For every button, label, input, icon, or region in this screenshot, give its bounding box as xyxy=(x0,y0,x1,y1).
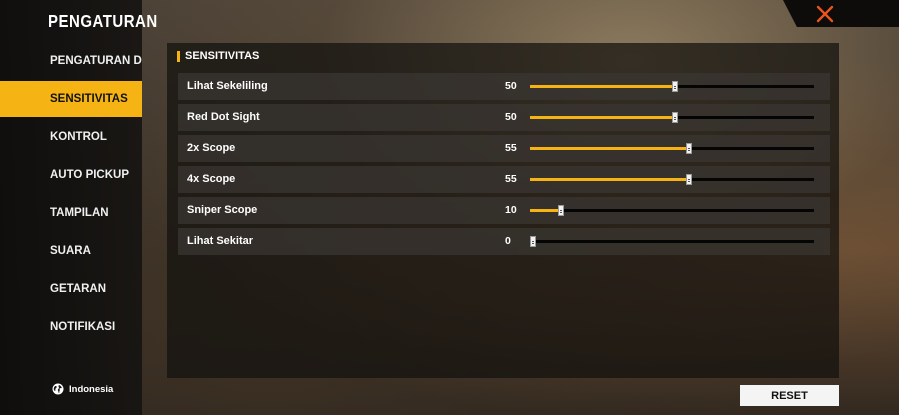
slider-row: 4x Scope 55 xyxy=(178,166,830,193)
slider-label: 2x Scope xyxy=(187,142,236,154)
section-title: SENSITIVITAS xyxy=(185,50,260,62)
reset-button[interactable]: RESET xyxy=(740,385,839,406)
language-label: Indonesia xyxy=(69,383,114,395)
sidebar-item-suara[interactable]: SUARA xyxy=(0,233,142,269)
slider-fill xyxy=(530,178,686,181)
slider-value: 0 xyxy=(505,235,511,247)
slider-track[interactable] xyxy=(530,143,814,154)
slider-track[interactable] xyxy=(530,112,814,123)
slider-track[interactable] xyxy=(530,174,814,185)
slider-label: Lihat Sekeliling xyxy=(187,80,268,92)
sidebar-item-tampilan[interactable]: TAMPILAN xyxy=(0,195,142,231)
slider-thumb[interactable] xyxy=(672,81,678,92)
slider-fill xyxy=(530,209,558,212)
slider-thumb[interactable] xyxy=(686,143,692,154)
slider-track[interactable] xyxy=(530,205,814,216)
sidebar-item-getaran[interactable]: GETARAN xyxy=(0,271,142,307)
slider-value: 55 xyxy=(505,142,517,154)
slider-row: Lihat Sekeliling 50 xyxy=(178,73,830,100)
slider-thumb[interactable] xyxy=(672,112,678,123)
slider-track[interactable] xyxy=(530,236,814,247)
slider-row: Red Dot Sight 50 xyxy=(178,104,830,131)
slider-row: Sniper Scope 10 xyxy=(178,197,830,224)
slider-label: Sniper Scope xyxy=(187,204,258,216)
slider-track[interactable] xyxy=(530,81,814,92)
sidebar-item-notifikasi[interactable]: NOTIFIKASI xyxy=(0,309,142,345)
sidebar: PENGATURAN PENGATURAN DASAR SENSITIVITAS… xyxy=(0,0,157,415)
sidebar-title: PENGATURAN xyxy=(48,12,158,32)
slider-fill xyxy=(530,147,686,150)
slider-value: 55 xyxy=(505,173,517,185)
slider-label: Red Dot Sight xyxy=(187,111,260,123)
slider-label: Lihat Sekitar xyxy=(187,235,254,247)
slider-thumb[interactable] xyxy=(686,174,692,185)
close-tab[interactable] xyxy=(783,0,899,27)
sidebar-item-kontrol[interactable]: KONTROL xyxy=(0,119,142,155)
sidebar-item-auto-pickup[interactable]: AUTO PICKUP xyxy=(0,157,142,193)
language-selector[interactable]: Indonesia xyxy=(52,383,113,395)
slider-label: 4x Scope xyxy=(187,173,236,185)
globe-icon xyxy=(52,383,64,395)
close-icon[interactable] xyxy=(815,4,835,24)
slider-row: Lihat Sekitar 0 xyxy=(178,228,830,255)
slider-value: 50 xyxy=(505,111,517,123)
slider-thumb[interactable] xyxy=(558,205,564,216)
slider-value: 50 xyxy=(505,80,517,92)
slider-row: 2x Scope 55 xyxy=(178,135,830,162)
sidebar-item-pengaturan-dasar[interactable]: PENGATURAN DASAR xyxy=(0,43,142,79)
slider-value: 10 xyxy=(505,204,517,216)
sidebar-item-sensitivitas[interactable]: SENSITIVITAS xyxy=(0,81,142,117)
slider-fill xyxy=(530,116,672,119)
section-header: SENSITIVITAS xyxy=(177,50,259,62)
slider-fill xyxy=(530,85,672,88)
slider-thumb[interactable] xyxy=(530,236,536,247)
accent-bar xyxy=(177,50,180,62)
